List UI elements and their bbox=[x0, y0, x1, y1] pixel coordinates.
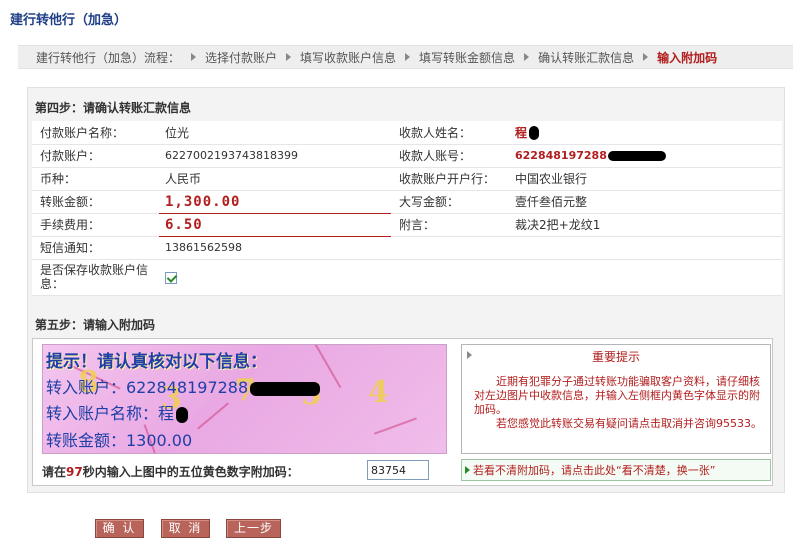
amount-words-label: 大写金额： bbox=[391, 190, 509, 214]
captcha-input-label: 请在97秒内输入上图中的五位黄色数字附加码： bbox=[42, 463, 299, 480]
notice-paragraph: 若您感觉此转账交易有疑问请点击取消并咨询95533。 bbox=[496, 417, 762, 430]
step-arrow-icon bbox=[643, 53, 649, 61]
payer-name-value: 位光 bbox=[159, 121, 391, 145]
step5-title: 第五步：请输入附加码 bbox=[35, 318, 156, 332]
cancel-button[interactable]: 取 消 bbox=[161, 519, 210, 538]
captcha-section: 8 3 7 5 4 提示！请认真核对以下信息： 转入账户：62284819728… bbox=[32, 338, 773, 486]
step4-title: 第四步：请确认转账汇款信息 bbox=[35, 101, 192, 115]
redaction-mark bbox=[176, 406, 189, 423]
payee-account-cell: 622848197288 bbox=[509, 144, 782, 168]
refresh-captcha-hint: 若看不清附加码，请点击此处 “看不清楚，换一张” bbox=[461, 459, 771, 481]
fee-label: 手续费用： bbox=[32, 213, 159, 237]
page-title: 建行转他行（加急） bbox=[10, 13, 128, 28]
important-notice: 重要提示 近期有犯罪分子通过转账功能骗取客户资料，请仔细核对左边图片中收款信息，… bbox=[461, 344, 771, 454]
step-arrow-icon bbox=[286, 53, 292, 61]
captcha-line-name: 转入账户名称：程 bbox=[46, 400, 189, 424]
amount-label: 转账金额： bbox=[32, 190, 159, 214]
refresh-captcha-link[interactable]: “看不清楚，换一张” bbox=[616, 462, 715, 478]
payee-name-cell: 程 bbox=[509, 121, 782, 145]
sms-label: 短信通知： bbox=[32, 236, 159, 260]
fee-value: 6.50 bbox=[159, 213, 391, 237]
captcha-name-text: 转入账户名称：程 bbox=[46, 404, 175, 423]
save-payee-cell bbox=[159, 259, 391, 296]
confirm-button[interactable]: 确 认 bbox=[95, 519, 144, 538]
notice-paragraph: 近期有犯罪分子通过转账功能骗取客户资料，请仔细核对左边图片中收款信息，并输入左侧… bbox=[474, 375, 760, 416]
step-confirm-info: 确认转账汇款信息 bbox=[538, 50, 635, 65]
confirm-info-table: 付款账户名称： 位光 收款人姓名： 程 付款账户： 62270021937438… bbox=[32, 121, 782, 296]
transfer-panel: 第四步：请确认转账汇款信息 付款账户名称： 位光 收款人姓名： 程 付款账户： … bbox=[27, 87, 785, 493]
save-payee-checkbox[interactable] bbox=[165, 271, 177, 284]
step-arrow-icon bbox=[524, 53, 530, 61]
memo-value: 裁决2把+龙纹1 bbox=[509, 213, 782, 237]
captcha-label-post: 秒内输入上图中的五位黄色数字附加码： bbox=[82, 465, 299, 479]
captcha-line-account: 转入账户：622848197288 bbox=[46, 374, 321, 398]
captcha-code-input[interactable] bbox=[367, 460, 429, 480]
payee-account-value: 622848197288 bbox=[515, 149, 607, 162]
payee-bank-label: 收款账户开户行： bbox=[391, 167, 509, 191]
payee-bank-value: 中国农业银行 bbox=[509, 167, 782, 191]
save-payee-label: 是否保存收款账户信息： bbox=[32, 259, 159, 296]
captcha-image: 8 3 7 5 4 提示！请认真核对以下信息： 转入账户：62284819728… bbox=[42, 344, 447, 454]
redaction-mark bbox=[250, 381, 321, 396]
payer-name-label: 付款账户名称： bbox=[32, 121, 159, 145]
table-row: 短信通知： 13861562598 bbox=[32, 236, 782, 260]
table-row: 付款账户名称： 位光 收款人姓名： 程 bbox=[32, 121, 782, 145]
payee-name-label: 收款人姓名： bbox=[391, 121, 509, 145]
captcha-digit: 4 bbox=[368, 375, 389, 410]
table-row: 手续费用： 6.50 附言： 裁决2把+龙纹1 bbox=[32, 213, 782, 237]
redaction-mark bbox=[529, 126, 540, 141]
table-row: 转账金额： 1,300.00 大写金额： 壹仟叁佰元整 bbox=[32, 190, 782, 214]
redaction-mark bbox=[607, 151, 666, 161]
payer-account-label: 付款账户： bbox=[32, 144, 159, 168]
previous-step-button[interactable]: 上一步 bbox=[226, 519, 281, 538]
step-arrow-icon bbox=[191, 53, 197, 61]
captcha-noise bbox=[197, 402, 229, 430]
arrow-right-icon bbox=[465, 466, 470, 474]
sms-value: 13861562598 bbox=[159, 236, 391, 260]
refresh-hint-text: 若看不清附加码，请点击此处 bbox=[473, 464, 616, 477]
step-fill-amount: 填写转账金额信息 bbox=[419, 50, 516, 65]
captcha-headline: 提示！请认真核对以下信息： bbox=[46, 352, 267, 372]
payee-account-label: 收款人账号： bbox=[391, 144, 509, 168]
currency-label: 币种： bbox=[32, 167, 159, 191]
amount-words-value: 壹仟叁佰元整 bbox=[509, 190, 782, 214]
step-enter-code: 输入附加码 bbox=[657, 50, 718, 65]
step-fill-payee: 填写收款账户信息 bbox=[300, 50, 397, 65]
table-row: 币种： 人民币 收款账户开户行： 中国农业银行 bbox=[32, 167, 782, 191]
captcha-line-amount: 转账金额：1300.00 bbox=[46, 431, 193, 450]
captcha-noise bbox=[374, 417, 417, 435]
countdown-seconds: 97 bbox=[66, 465, 83, 479]
memo-label: 附言： bbox=[391, 213, 509, 237]
currency-value: 人民币 bbox=[159, 167, 391, 191]
captcha-label-pre: 请在 bbox=[42, 465, 67, 479]
notice-body: 近期有犯罪分子通过转账功能骗取客户资料，请仔细核对左边图片中收款信息，并输入左侧… bbox=[474, 375, 764, 431]
steps-prefix: 建行转他行（加急）流程： bbox=[36, 50, 181, 65]
table-row: 付款账户： 6227002193743818399 收款人账号： 6228481… bbox=[32, 144, 782, 168]
captcha-account-text: 转入账户：622848197288 bbox=[46, 378, 249, 397]
table-row: 是否保存收款账户信息： bbox=[32, 259, 782, 296]
process-steps-breadcrumb: 建行转他行（加急）流程： 选择付款账户 填写收款账户信息 填写转账金额信息 确认… bbox=[18, 45, 793, 69]
payee-name-value: 程 bbox=[515, 125, 528, 140]
step-select-payer: 选择付款账户 bbox=[205, 50, 278, 65]
notice-title: 重要提示 bbox=[591, 350, 640, 364]
step-arrow-icon bbox=[405, 53, 411, 61]
payer-account-value: 6227002193743818399 bbox=[159, 144, 391, 168]
amount-value: 1,300.00 bbox=[159, 190, 391, 214]
